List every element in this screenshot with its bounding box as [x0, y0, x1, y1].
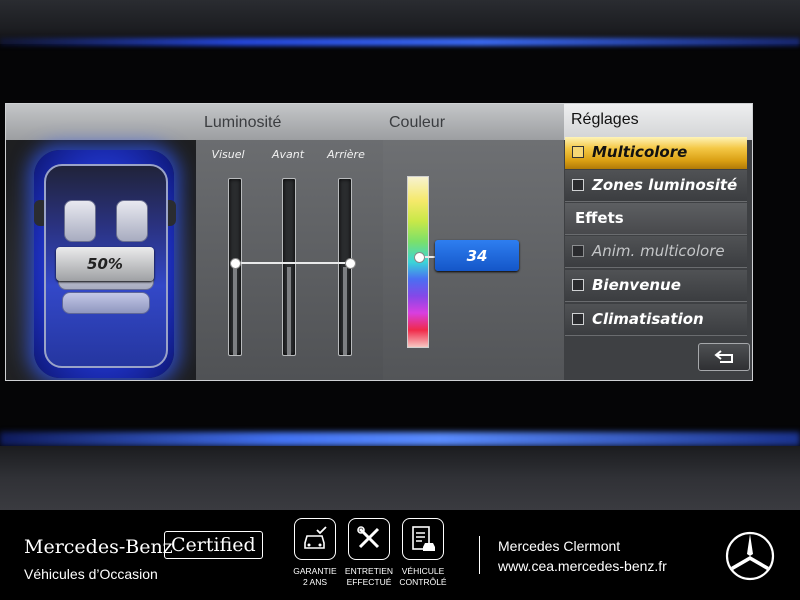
menu-item-climatisation[interactable]: Climatisation [565, 304, 747, 336]
slider-knob-arriere[interactable] [345, 258, 356, 269]
ambient-light-strip-bottom [0, 432, 800, 446]
header-reglages: Réglages [571, 111, 639, 128]
ambient-light-strip-top [0, 38, 800, 46]
slider-avant[interactable] [282, 178, 296, 356]
slider-knob-visuel[interactable] [230, 258, 241, 269]
dealer-url[interactable]: www.cea.mercedes-benz.fr [498, 558, 667, 574]
menu-label-zones-luminosite: Zones luminosité [592, 176, 738, 194]
front-left-seat [64, 200, 96, 242]
color-value-pill[interactable]: 34 [435, 240, 519, 271]
header-luminosite: Luminosité [204, 114, 282, 131]
menu-item-bienvenue[interactable]: Bienvenue [565, 270, 747, 302]
menu-label-climatisation: Climatisation [592, 310, 704, 328]
badge-label-vehicule: VÉHICULE CONTRÔLÉ [399, 566, 447, 587]
checklist-car-icon [402, 518, 444, 560]
footer-divider [479, 536, 480, 574]
luminosite-value-pill[interactable]: 50% [56, 247, 154, 281]
label-visuel: Visuel [211, 148, 245, 161]
tools-icon [348, 518, 390, 560]
menu-item-multicolore[interactable]: Multicolore [565, 137, 747, 169]
menu-section-label: Effets [575, 209, 624, 227]
luminosite-panel: Visuel Avant Arrière [196, 140, 384, 380]
checkbox-climatisation[interactable] [572, 313, 584, 325]
label-avant: Avant [271, 148, 305, 161]
checkbox-bienvenue[interactable] [572, 279, 584, 291]
dealer-name: Mercedes Clermont [498, 538, 621, 554]
color-value: 34 [466, 247, 488, 265]
mercedes-star-icon [725, 531, 775, 581]
header-couleur: Couleur [389, 114, 446, 131]
return-arrow-icon [714, 350, 733, 363]
dashboard-bottom-trim [0, 446, 800, 510]
menu-item-zones-luminosite[interactable]: Zones luminosité [565, 170, 747, 202]
label-arriere: Arrière [327, 148, 365, 161]
menu-label-multicolore: Multicolore [592, 143, 688, 161]
menu-section-effets: Effets [565, 203, 747, 235]
menu-label-bienvenue: Bienvenue [592, 276, 681, 294]
dealer-footer: Mercedes-Benz Certified Véhicules d’Occa… [0, 510, 800, 600]
brand-name: Mercedes-Benz [24, 536, 173, 558]
menu-item-anim-multicolore[interactable]: Anim. multicolore [565, 236, 747, 268]
car-check-icon [294, 518, 336, 560]
back-button[interactable] [698, 343, 750, 371]
checkbox-multicolore[interactable] [572, 146, 584, 158]
brand-subtitle: Véhicules d’Occasion [24, 566, 158, 582]
rear-backrest [62, 292, 150, 314]
slider-link-line [236, 262, 348, 264]
certified-badge: Certified [164, 531, 263, 559]
checkbox-zones-luminosite[interactable] [572, 179, 584, 191]
menu-label-anim-multicolore: Anim. multicolore [592, 242, 725, 260]
luminosite-value: 50% [87, 255, 123, 273]
checkbox-anim-multicolore[interactable] [572, 245, 584, 257]
front-right-seat [116, 200, 148, 242]
color-slider-knob[interactable] [414, 252, 425, 263]
